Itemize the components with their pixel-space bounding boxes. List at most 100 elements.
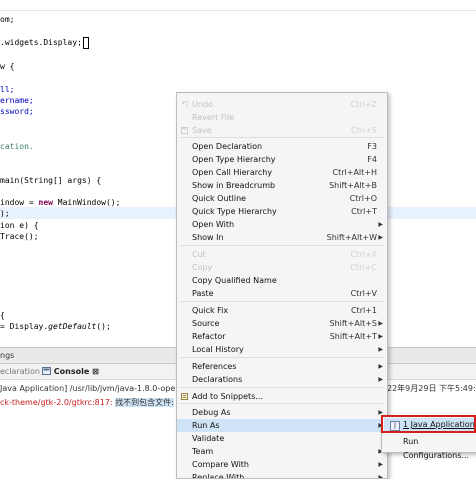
submenu-arrow-icon: ▶ — [378, 320, 383, 327]
menu-item-label: Compare With — [192, 460, 249, 469]
menu-item-refactor[interactable]: Refactor Shift+Alt+T ▶ — [177, 330, 387, 343]
submenu-arrow-icon: ▶ — [378, 376, 383, 383]
menu-item-copy-qualified-name[interactable]: Copy Qualified Name — [177, 274, 387, 287]
menu-item-revert-file[interactable]: Revert File — [177, 111, 387, 124]
console-warning-line: ck-theme/gtk-2.0/gtkrc:817: 找不到包含文件: — [0, 397, 174, 409]
menu-item-label: Open Declaration — [192, 142, 263, 151]
submenu-item-run-configurations[interactable]: Run Configurations... — [384, 435, 475, 460]
menu-item-label: Run As — [192, 421, 220, 430]
menu-item-accel: F3 — [367, 142, 377, 151]
menu-item-debug-as[interactable]: Debug As ▶ — [177, 406, 387, 419]
menu-item-accel: Ctrl+S — [350, 126, 377, 135]
text-cursor — [82, 36, 89, 49]
undo-icon — [182, 101, 188, 107]
menu-item-label: Source — [192, 319, 220, 328]
menu-item-accel: Ctrl+Z — [350, 100, 377, 109]
menu-item-label: Validate — [192, 434, 225, 443]
submenu-arrow-icon: ▶ — [378, 333, 383, 340]
menu-item-show-in[interactable]: Show In Shift+Alt+W ▶ — [177, 231, 387, 244]
code-line-14: = Display.getDefault(); — [0, 322, 111, 331]
menu-item-label: Replace With — [192, 473, 245, 479]
menu-item-cut[interactable]: Cut Ctrl+X — [177, 248, 387, 261]
menu-item-compare-with[interactable]: Compare With ▶ — [177, 458, 387, 471]
console-header-time: 22年9月29日 下午5:49:48 — [387, 384, 476, 393]
menu-item-accel: Ctrl+1 — [350, 306, 377, 315]
code-line-1: om; — [0, 15, 15, 24]
code-line-9: indow = new MainWindow(); — [0, 198, 121, 207]
console-warning-path: ck-theme/gtk-2.0/gtkrc:817: — [0, 398, 113, 407]
code-line-8: main(String[] args) { — [0, 176, 102, 185]
menu-item-accel: F4 — [367, 155, 377, 164]
menu-item-accel: Ctrl+O — [349, 194, 377, 203]
menu-item-label: Show In — [192, 233, 224, 242]
menu-item-label: Quick Fix — [192, 306, 229, 315]
submenu-arrow-icon: ▶ — [378, 461, 383, 468]
menu-item-label: Quick Outline — [192, 194, 247, 203]
menu-item-label: Undo — [192, 100, 213, 109]
menu-item-label: Revert File — [192, 113, 235, 122]
menu-item-label: Save — [192, 126, 212, 135]
console-icon — [42, 367, 51, 375]
menu-item-show-in-breadcrumb[interactable]: Show in Breadcrumb Shift+Alt+B — [177, 179, 387, 192]
menu-separator — [180, 137, 384, 138]
menu-item-references[interactable]: References ▶ — [177, 360, 387, 373]
submenu-arrow-icon: ▶ — [378, 221, 383, 228]
menu-item-save[interactable]: Save Ctrl+S — [177, 124, 387, 137]
menu-item-label: Copy — [192, 263, 213, 272]
menu-item-quick-outline[interactable]: Quick Outline Ctrl+O — [177, 192, 387, 205]
tab-warnings[interactable]: ngs — [0, 348, 14, 363]
code-line-7: cation. — [0, 142, 34, 151]
menu-item-copy[interactable]: Copy Ctrl+C — [177, 261, 387, 274]
menu-item-local-history[interactable]: Local History ▶ — [177, 343, 387, 356]
code-line-6: ssword; — [0, 107, 34, 116]
menu-item-run-as[interactable]: Run As▶ — [177, 419, 387, 432]
submenu-arrow-icon: ▶ — [378, 234, 383, 241]
submenu-item-label: Run Configurations... — [403, 437, 470, 460]
menu-item-label: Paste — [192, 289, 214, 298]
menu-item-declarations[interactable]: Declarations ▶ — [177, 373, 387, 386]
save-icon — [181, 127, 188, 134]
menu-item-accel: Ctrl+V — [350, 289, 377, 298]
snippet-icon — [181, 393, 188, 400]
editor-top-strip — [0, 0, 476, 11]
menu-item-replace-with[interactable]: Replace With ▶ — [177, 471, 387, 479]
submenu-arrow-icon: ▶ — [378, 363, 383, 370]
menu-item-add-to-snippets[interactable]: Add to Snippets... — [177, 390, 387, 403]
menu-separator — [180, 387, 384, 388]
menu-item-label: Open Call Hierarchy — [192, 168, 273, 177]
menu-item-label: Debug As — [192, 408, 231, 417]
menu-item-accel: Shift+Alt+B — [329, 181, 377, 190]
menu-item-label: Open Type Hierarchy — [192, 155, 276, 164]
context-menu: Undo Ctrl+Z Revert File Save Ctrl+S Open D… — [176, 92, 388, 479]
menu-item-quick-fix[interactable]: Quick Fix Ctrl+1 — [177, 304, 387, 317]
menu-item-open-with[interactable]: Open With ▶ — [177, 218, 387, 231]
menu-item-accel: Ctrl+T — [351, 207, 377, 216]
menu-separator — [180, 301, 384, 302]
menu-item-validate[interactable]: Validate — [177, 432, 387, 445]
menu-item-label: Cut — [192, 250, 206, 259]
menu-item-label: References — [192, 362, 237, 371]
menu-item-accel: Shift+Alt+W — [326, 233, 377, 242]
tab-declaration[interactable]: eclaration — [0, 364, 40, 379]
submenu-arrow-icon: ▶ — [378, 346, 383, 353]
menu-item-label: Quick Type Hierarchy — [192, 207, 277, 216]
menu-item-source[interactable]: Source Shift+Alt+S ▶ — [177, 317, 387, 330]
code-line-12: Trace(); — [0, 232, 39, 241]
menu-item-label: Local History — [192, 345, 244, 354]
tab-console[interactable]: Console ⊠ — [42, 364, 99, 379]
menu-item-team[interactable]: Team▶ — [177, 445, 387, 458]
menu-item-quick-type-hierarchy[interactable]: Quick Type Hierarchy Ctrl+T — [177, 205, 387, 218]
menu-item-accel: Ctrl+X — [350, 250, 377, 259]
code-line-3: w { — [0, 62, 15, 71]
menu-item-open-call-hierarchy[interactable]: Open Call Hierarchy Ctrl+Alt+H — [177, 166, 387, 179]
menu-item-label: Open With — [192, 220, 235, 229]
menu-item-paste[interactable]: Paste Ctrl+V — [177, 287, 387, 300]
highlight-outline — [381, 415, 476, 433]
menu-item-open-declaration[interactable]: Open Declaration F3 — [177, 140, 387, 153]
code-line-2: .widgets.Display; — [0, 36, 89, 49]
tab-console-label: Console ⊠ — [53, 367, 99, 376]
submenu-arrow-icon: ▶ — [378, 474, 383, 479]
menu-item-open-type-hierarchy[interactable]: Open Type Hierarchy F4 — [177, 153, 387, 166]
menu-item-accel: Shift+Alt+S — [329, 319, 378, 328]
menu-item-undo[interactable]: Undo Ctrl+Z — [177, 98, 387, 111]
